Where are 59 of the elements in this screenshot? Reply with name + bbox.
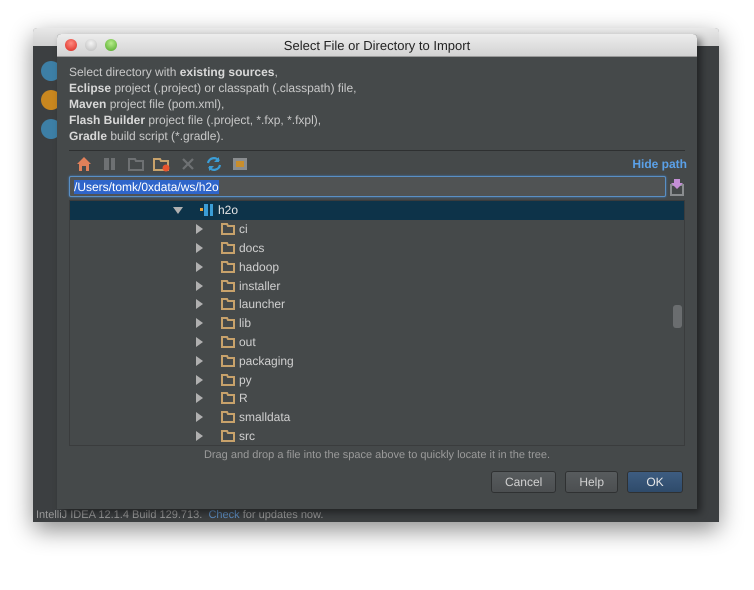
tree-item[interactable]: packaging [239, 354, 294, 368]
collapsed-arrow-icon[interactable] [193, 260, 205, 273]
folder-icon [221, 280, 235, 292]
folder-icon [221, 374, 235, 386]
window-icon[interactable] [231, 155, 249, 173]
collapsed-arrow-icon[interactable] [193, 354, 205, 367]
tree-item[interactable]: R [239, 391, 248, 406]
collapsed-arrow-icon[interactable] [193, 242, 205, 254]
tree-item[interactable]: src [239, 428, 255, 443]
download-icon[interactable] [669, 178, 685, 196]
description-line: Maven project file (pom.xml), [69, 96, 226, 112]
description-line: Gradle build script (*.gradle). [69, 128, 225, 144]
folder-icon [221, 260, 235, 273]
dialog-button[interactable]: OK [627, 471, 683, 493]
collapsed-arrow-icon[interactable] [193, 392, 205, 404]
collapsed-arrow-icon[interactable] [193, 374, 205, 386]
refresh-icon[interactable] [205, 155, 223, 173]
home-icon[interactable] [75, 155, 93, 173]
folder-icon [221, 223, 235, 236]
collapsed-arrow-icon[interactable] [193, 411, 205, 424]
tree-item[interactable]: lib [239, 316, 252, 330]
status-message: IntelliJ IDEA 12.1.4 Build 129.713. Check for updates now. [36, 509, 324, 522]
folder-icon [221, 298, 235, 310]
collapsed-arrow-icon[interactable] [193, 298, 205, 310]
folder-icon [221, 354, 235, 367]
folder-icon [221, 242, 235, 254]
scrollbar-thumb[interactable] [673, 305, 682, 328]
collapsed-arrow-icon[interactable] [193, 223, 205, 236]
tree-item[interactable]: installer [239, 278, 280, 293]
tree-item[interactable]: smalldata [239, 410, 290, 424]
tree-item[interactable]: ci [239, 222, 248, 236]
tree-item[interactable]: py [239, 372, 252, 387]
collapsed-arrow-icon[interactable] [193, 430, 205, 442]
tree-item[interactable]: docs [239, 240, 264, 255]
expanded-arrow-icon[interactable] [172, 204, 184, 216]
hint-text: Drag and drop a file into the space above to quickly locate it in the tree. [202, 449, 552, 461]
window-title: Select File or Directory to Import [284, 38, 470, 52]
tree-item[interactable]: h2o [218, 203, 238, 218]
tree-item[interactable]: launcher [239, 297, 286, 312]
new-folder-icon[interactable] [153, 155, 171, 173]
description-line: Eclipse project (.project) or classpath (.classpath) file, [69, 80, 358, 96]
collapsed-arrow-icon[interactable] [193, 317, 205, 330]
dialog-button[interactable]: Cancel [490, 471, 556, 493]
folder-icon [221, 392, 235, 404]
close-icon[interactable] [65, 39, 77, 51]
tree-item[interactable]: hadoop [239, 260, 280, 274]
description-line: Select directory with existing sources, [69, 64, 279, 80]
folder-icon [221, 411, 235, 424]
dialog-button[interactable]: Help [565, 471, 618, 493]
hide-path-link[interactable]: Hide path [632, 157, 687, 171]
collapsed-arrow-icon[interactable] [193, 336, 205, 348]
description-line: Flash Builder project file (.project, *.fxp, *.fxpl), [69, 112, 322, 128]
module-icon [200, 203, 214, 218]
collapsed-arrow-icon[interactable] [193, 280, 205, 292]
folder-icon [221, 336, 235, 348]
tree-item[interactable]: out [239, 334, 256, 349]
folder-icon [221, 317, 235, 330]
path-field[interactable]: /Users/tomk/0xdata/ws/h2o [69, 176, 666, 197]
folder-icon [221, 430, 235, 442]
